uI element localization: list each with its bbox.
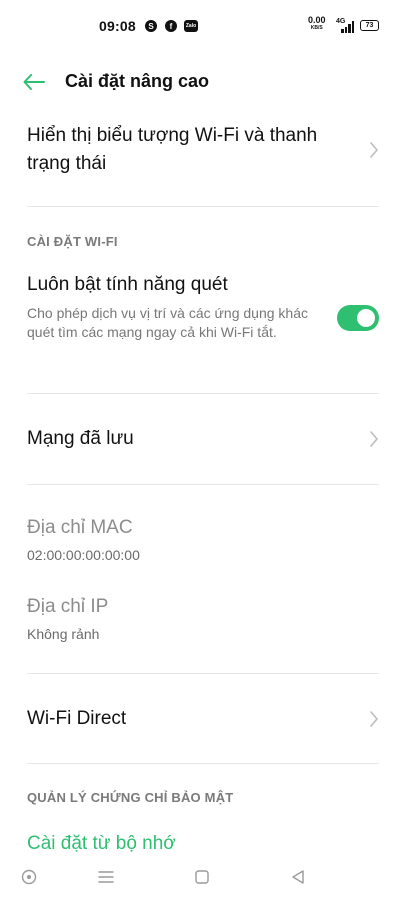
divider xyxy=(27,206,379,207)
skype-icon: S xyxy=(145,20,157,32)
ip-address-row: Địa chỉ IP Không rảnh xyxy=(0,592,405,652)
square-icon xyxy=(195,870,209,884)
chevron-right-icon xyxy=(370,431,378,447)
page-title: Cài đặt nâng cao xyxy=(65,71,210,91)
install-from-storage-link[interactable]: Cài đặt từ bộ nhớ xyxy=(27,830,176,858)
navigation-bar xyxy=(0,855,405,900)
mac-address-value: 02:00:00:00:00:00 xyxy=(27,547,140,563)
chevron-right-icon xyxy=(370,142,378,158)
wifi-direct-title: Wi-Fi Direct xyxy=(27,708,127,729)
signal-icon xyxy=(341,21,355,33)
section-security-certificates: QUẢN LÝ CHỨNG CHỈ BẢO MẬT xyxy=(27,790,234,805)
back-triangle-icon xyxy=(292,870,304,884)
back-nav-button[interactable] xyxy=(286,865,310,889)
facebook-icon: f xyxy=(165,20,177,32)
divider xyxy=(27,484,379,485)
assistant-button[interactable] xyxy=(17,865,41,889)
circle-icon xyxy=(21,869,37,885)
back-button[interactable] xyxy=(18,68,50,96)
divider xyxy=(27,763,379,764)
wifi-icon-status-bar-title: Hiển thị biểu tượng Wi-Fi và thanh trạng… xyxy=(27,125,318,174)
menu-button[interactable] xyxy=(94,865,118,889)
ip-address-value: Không rảnh xyxy=(27,626,100,642)
ip-address-title: Địa chỉ IP xyxy=(27,596,109,617)
mac-address-row: Địa chỉ MAC 02:00:00:00:00:00 xyxy=(0,512,405,572)
network-speed-unit: KB/S xyxy=(310,25,323,31)
app-header: Cài đặt nâng cao xyxy=(0,62,405,102)
home-button[interactable] xyxy=(190,865,214,889)
network-speed: 0.00 KB/S xyxy=(308,16,326,32)
always-scan-title: Luôn bật tính năng quét xyxy=(27,274,228,295)
always-scan-description: Cho phép dịch vụ vị trí và các ứng dụng … xyxy=(27,305,308,340)
menu-icon xyxy=(98,871,114,883)
status-time: 09:08 xyxy=(99,18,136,34)
toggle-knob xyxy=(357,309,375,327)
battery-level: 73 xyxy=(365,22,374,29)
chevron-right-icon xyxy=(370,711,378,727)
saved-networks-row[interactable]: Mạng đã lưu xyxy=(0,394,405,484)
zalo-icon: Zalo xyxy=(184,20,198,32)
status-bar: 09:08 S f Zalo 0.00 KB/S 4G 73 xyxy=(0,0,405,52)
wifi-icon-status-bar-row[interactable]: Hiển thị biểu tượng Wi-Fi và thanh trạng… xyxy=(0,122,405,206)
mac-address-title: Địa chỉ MAC xyxy=(27,517,133,538)
saved-networks-title: Mạng đã lưu xyxy=(27,428,134,449)
battery-icon: 73 xyxy=(360,20,379,31)
wifi-direct-row[interactable]: Wi-Fi Direct xyxy=(0,674,405,763)
section-wifi-settings: CÀI ĐẶT WI-FI xyxy=(27,234,118,249)
always-scan-toggle[interactable] xyxy=(337,305,379,331)
arrow-left-icon xyxy=(23,74,45,90)
